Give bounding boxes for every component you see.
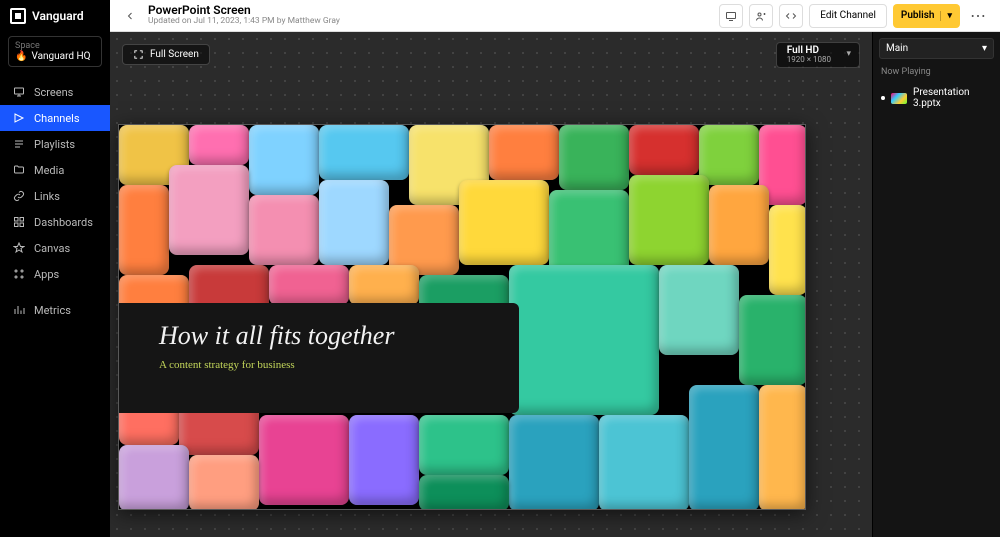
playlist-panel: Main ▾ Now Playing Presentation 3.pptx	[872, 32, 1000, 537]
sidebar-item-label: Canvas	[34, 242, 70, 255]
edit-channel-button[interactable]: Edit Channel	[809, 4, 887, 28]
now-playing-label: Now Playing	[881, 67, 992, 77]
chevron-down-icon: ▾	[940, 11, 952, 21]
embed-button[interactable]	[779, 4, 803, 28]
zone-select[interactable]: Main ▾	[879, 38, 994, 59]
full-screen-button[interactable]: Full Screen	[122, 44, 210, 65]
resolution-select[interactable]: Full HD 1920 × 1080	[776, 42, 860, 68]
slide-subtitle: A content strategy for business	[159, 359, 491, 371]
sidebar: Vanguard Space 🔥 Vanguard HQ Screens Cha…	[0, 0, 110, 537]
publish-label: Publish	[901, 10, 935, 21]
share-button[interactable]	[749, 4, 773, 28]
sidebar-item-label: Apps	[34, 268, 59, 281]
metrics-icon	[12, 303, 26, 317]
space-name-text: Vanguard HQ	[31, 51, 90, 62]
sidebar-item-label: Metrics	[34, 304, 71, 317]
chevron-down-icon: ▾	[982, 43, 987, 54]
brand-icon	[10, 8, 26, 24]
brand-name: Vanguard	[32, 9, 84, 23]
folder-icon	[12, 163, 26, 177]
playlist-item[interactable]: Presentation 3.pptx	[879, 83, 994, 113]
nav: Screens Channels Playlists Media Links D…	[0, 79, 110, 323]
sidebar-item-label: Screens	[34, 86, 73, 99]
sidebar-item-screens[interactable]: Screens	[0, 79, 110, 105]
channels-icon	[12, 111, 26, 125]
space-emoji: 🔥	[15, 51, 27, 62]
playlist-icon	[12, 137, 26, 151]
sidebar-item-label: Media	[34, 164, 64, 177]
sidebar-item-canvas[interactable]: Canvas	[0, 235, 110, 261]
sidebar-item-playlists[interactable]: Playlists	[0, 131, 110, 157]
sidebar-item-label: Links	[34, 190, 60, 203]
fullscreen-icon	[133, 49, 144, 60]
sidebar-item-metrics[interactable]: Metrics	[0, 297, 110, 323]
back-button[interactable]	[120, 6, 140, 26]
slide-title: How it all fits together	[159, 321, 491, 351]
header-actions: Edit Channel Publish ▾ ⋯	[719, 4, 990, 28]
monitor-icon	[12, 85, 26, 99]
more-button[interactable]: ⋯	[966, 4, 990, 28]
slide-title-box: How it all fits together A content strat…	[119, 303, 519, 413]
sidebar-item-media[interactable]: Media	[0, 157, 110, 183]
canvas-toolbar: Full Screen Full HD 1920 × 1080	[122, 42, 860, 68]
canvas-area: Full Screen Full HD 1920 × 1080	[110, 32, 872, 537]
main: PowerPoint Screen Updated on Jul 11, 202…	[110, 0, 1000, 537]
zone-label: Main	[886, 43, 908, 54]
brand: Vanguard	[0, 0, 110, 32]
sidebar-item-label: Dashboards	[34, 216, 93, 229]
link-icon	[12, 189, 26, 203]
header-bar: PowerPoint Screen Updated on Jul 11, 202…	[110, 0, 1000, 32]
playlist-thumbnail	[891, 93, 907, 104]
space-selector[interactable]: Space 🔥 Vanguard HQ	[8, 36, 102, 67]
sidebar-item-dashboards[interactable]: Dashboards	[0, 209, 110, 235]
full-screen-label: Full Screen	[150, 49, 199, 60]
sidebar-item-label: Playlists	[34, 138, 75, 151]
apps-icon	[12, 267, 26, 281]
space-label: Space	[15, 41, 95, 51]
publish-button[interactable]: Publish ▾	[893, 4, 960, 28]
page-subtitle: Updated on Jul 11, 2023, 1:43 PM by Matt…	[148, 17, 711, 26]
slide-preview[interactable]: How it all fits together A content strat…	[118, 124, 806, 510]
resolution-value: 1920 × 1080	[787, 56, 831, 65]
canvas-icon	[12, 241, 26, 255]
sidebar-item-links[interactable]: Links	[0, 183, 110, 209]
sidebar-item-apps[interactable]: Apps	[0, 261, 110, 287]
cast-button[interactable]	[719, 4, 743, 28]
sidebar-item-label: Channels	[34, 112, 80, 125]
bullet-icon	[881, 96, 885, 100]
sidebar-item-channels[interactable]: Channels	[0, 105, 110, 131]
dashboard-icon	[12, 215, 26, 229]
playlist-item-label: Presentation 3.pptx	[913, 87, 992, 109]
